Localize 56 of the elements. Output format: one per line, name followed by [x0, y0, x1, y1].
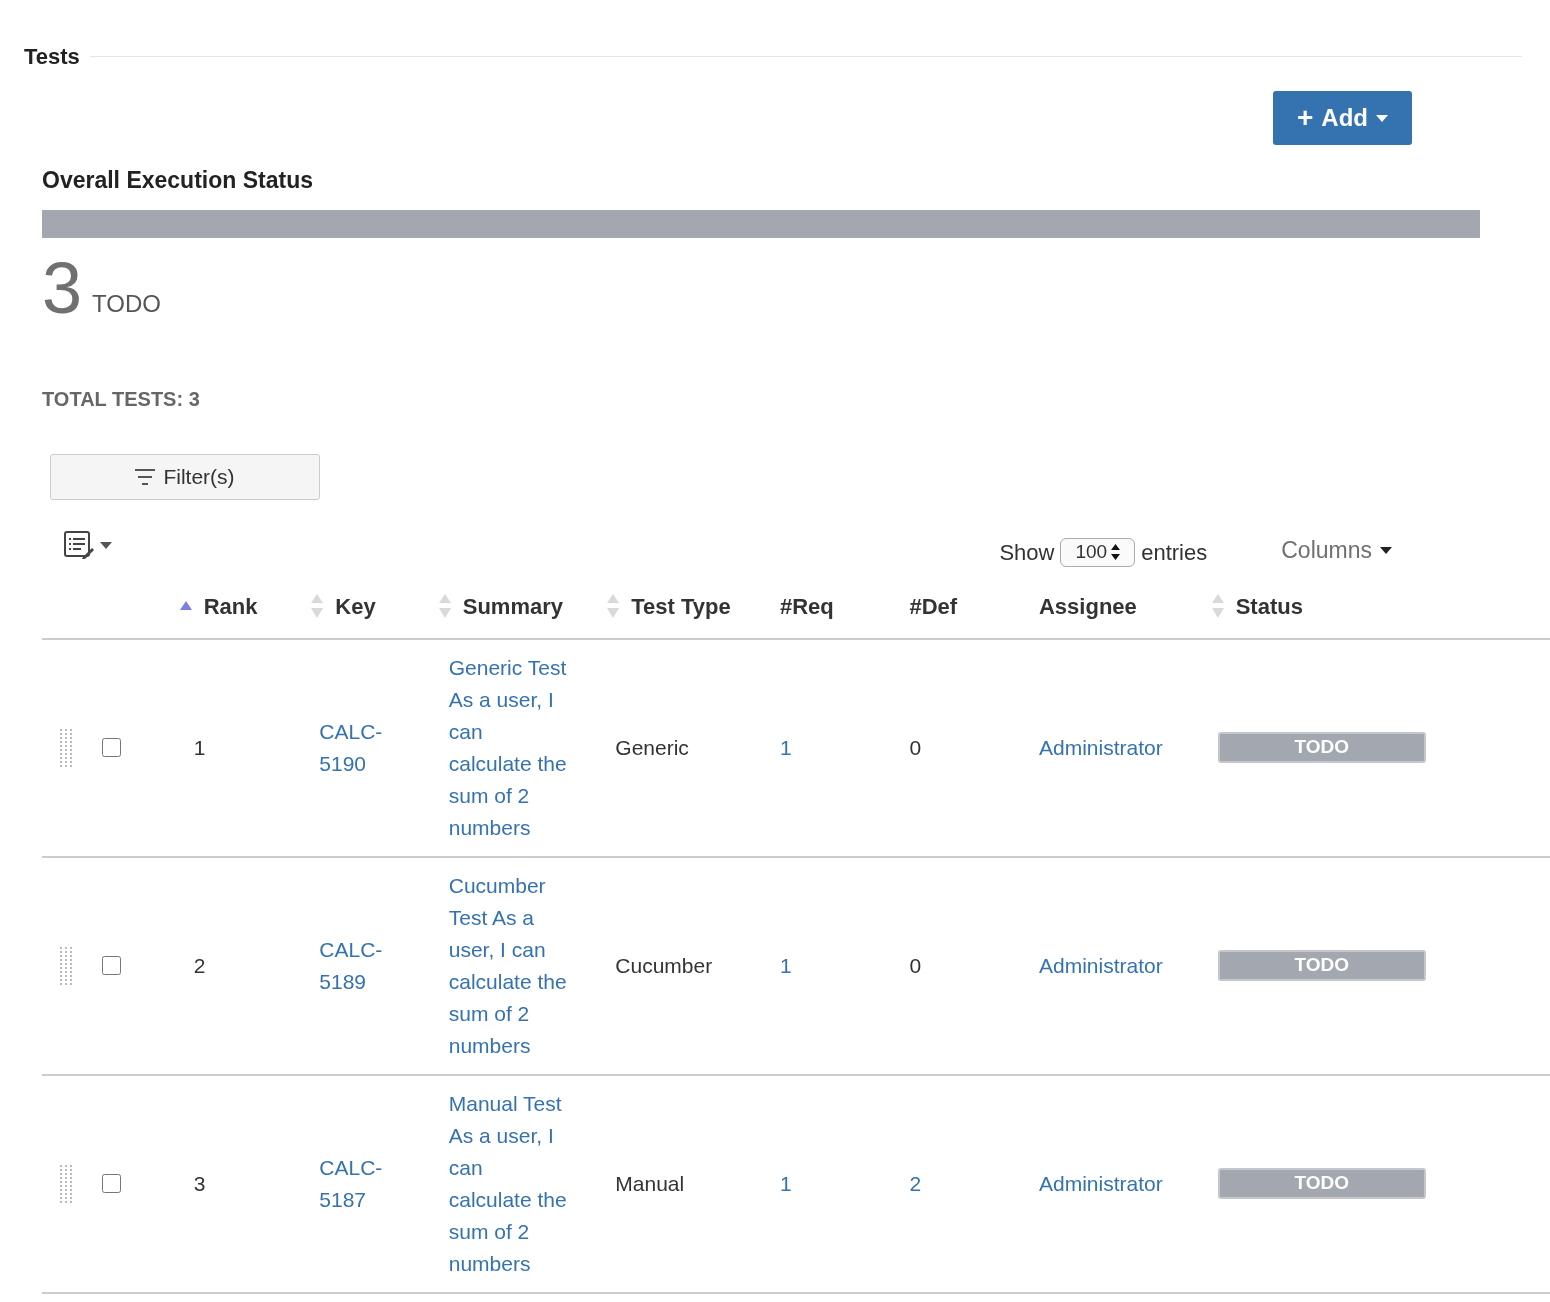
- assignee-link[interactable]: Administrator: [1038, 953, 1163, 977]
- issue-key-link[interactable]: CALC-5189: [319, 933, 409, 998]
- column-header: Assignee: [1038, 592, 1137, 621]
- summary-link[interactable]: Manual Test As a user, I can calculate the sum of 2 numbers: [448, 1087, 568, 1280]
- requirements-count-link[interactable]: 1: [779, 735, 792, 759]
- column-config-menu[interactable]: [64, 531, 112, 559]
- caret-icon: [1380, 546, 1392, 554]
- show-label: Show: [999, 538, 1055, 567]
- status-count: 3: [42, 251, 83, 324]
- summary-link[interactable]: Generic Test As a user, I can calculate the sum of 2 numbers: [448, 651, 568, 844]
- defects-count: 0: [909, 953, 922, 977]
- add-button[interactable]: + Add: [1273, 91, 1412, 145]
- filter-icon: [135, 467, 156, 486]
- column-header: #Def: [909, 592, 958, 621]
- issue-key-link[interactable]: CALC-5190: [319, 715, 409, 780]
- total-tests: TOTAL TESTS: 3: [42, 386, 201, 412]
- caret-icon: [1376, 114, 1388, 122]
- column-header[interactable]: Status: [1235, 589, 1303, 623]
- section-heading: Overall Execution Status: [42, 166, 314, 195]
- filter-button[interactable]: Filter(s): [50, 453, 320, 500]
- status-badge: TODO: [1217, 732, 1426, 763]
- defects-count: 0: [909, 735, 922, 759]
- drag-handle-icon[interactable]: [60, 946, 74, 985]
- row-checkbox[interactable]: [102, 1174, 121, 1193]
- requirements-count-link[interactable]: 1: [779, 1171, 792, 1195]
- section-title: Tests: [24, 43, 80, 71]
- assignee-link[interactable]: Administrator: [1038, 735, 1163, 759]
- test-type-cell: Cucumber: [615, 953, 713, 977]
- defects-count-link[interactable]: 2: [909, 1171, 922, 1195]
- caret-icon: [100, 541, 112, 549]
- summary-link[interactable]: Cucumber Test As a user, I can calculate the sum of 2 numbers: [448, 869, 568, 1062]
- rank-cell: 1: [193, 735, 206, 759]
- drag-handle-icon[interactable]: [60, 728, 74, 767]
- entries-label: entries: [1141, 538, 1208, 567]
- test-type-cell: Generic: [615, 735, 689, 759]
- row-checkbox[interactable]: [102, 738, 121, 757]
- list-edit-icon: [64, 531, 94, 559]
- column-header: #Req: [779, 592, 834, 621]
- row-checkbox[interactable]: [102, 956, 121, 975]
- status-label: TODO: [92, 288, 161, 319]
- test-type-cell: Manual: [615, 1171, 685, 1195]
- status-badge: TODO: [1217, 950, 1426, 981]
- drag-handle-icon[interactable]: [60, 1164, 74, 1203]
- rank-cell: 3: [193, 1171, 206, 1195]
- column-header[interactable]: Test Type: [631, 589, 731, 623]
- column-header[interactable]: Key: [335, 589, 376, 623]
- spinner-arrows-icon: [1111, 544, 1121, 560]
- rank-cell: 2: [193, 953, 206, 977]
- column-header[interactable]: Summary: [462, 589, 563, 623]
- entries-select[interactable]: 100: [1060, 537, 1136, 567]
- column-header[interactable]: Rank: [203, 589, 258, 623]
- assignee-link[interactable]: Administrator: [1038, 1171, 1163, 1195]
- requirements-count-link[interactable]: 1: [779, 953, 792, 977]
- issue-key-link[interactable]: CALC-5187: [319, 1151, 409, 1216]
- columns-button[interactable]: Columns: [1281, 532, 1392, 568]
- status-badge: TODO: [1217, 1168, 1426, 1199]
